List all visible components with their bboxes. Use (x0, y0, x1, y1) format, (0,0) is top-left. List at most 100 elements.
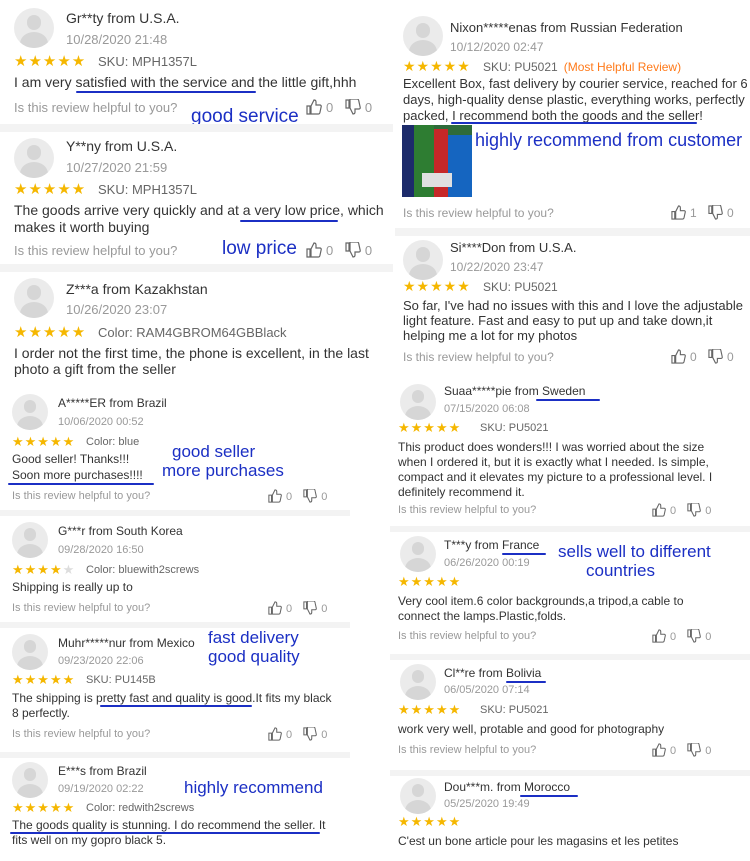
annotation-underline (76, 91, 256, 93)
review-panel-bottom-left: A*****ER from Brazil 10/06/2020 00:52 ★★… (0, 388, 350, 861)
thumbs-up-icon[interactable] (652, 503, 666, 517)
annotation-note: sells well to different (558, 542, 711, 561)
thumbs-down-icon[interactable] (708, 348, 723, 364)
down-count: 0 (364, 100, 373, 115)
avatar (403, 16, 443, 56)
review-date: 10/26/2020 23:07 (66, 302, 168, 317)
thumbs-down-icon[interactable] (345, 98, 361, 115)
thumbs-down-icon[interactable] (687, 742, 702, 757)
review-item: Suaa*****pie from Sweden 07/15/2020 06:0… (390, 380, 750, 526)
annotation-underline (502, 553, 546, 555)
avatar (14, 138, 54, 178)
review-item: T***y from France sells well to differen… (390, 532, 750, 654)
thumbs-up-icon[interactable] (652, 743, 666, 757)
review-date: 10/27/2020 21:59 (66, 160, 168, 175)
helpful-question: Is this review helpful to you? (12, 728, 151, 740)
review-item: G***r from South Korea 09/28/2020 16:50 … (0, 516, 350, 622)
avatar (12, 522, 48, 558)
reviewer-name: Gr**ty from U.S.A. (66, 10, 180, 26)
star-rating: ★★★★★ (12, 434, 76, 449)
review-sku: SKU: PU5021 (480, 422, 549, 434)
review-text: Shipping is really up to (12, 580, 133, 594)
divider (0, 124, 393, 132)
thumbs-down-icon[interactable] (303, 600, 318, 615)
helpful-question: Is this review helpful to you? (14, 100, 178, 115)
review-photo[interactable] (402, 125, 472, 197)
vote-buttons: 0 0 (652, 502, 719, 517)
thumbs-up-icon[interactable] (671, 205, 686, 220)
avatar (14, 8, 54, 48)
review-item: Dou***m. from Morocco 05/25/2020 19:49 ★… (390, 776, 750, 861)
annotation-underline (100, 705, 252, 707)
annotation-underline (506, 681, 546, 683)
annotation-note: more purchases (162, 461, 284, 480)
vote-buttons: 0 0 (268, 726, 335, 741)
reviewer-name: Z***a from Kazakhstan (66, 281, 208, 297)
review-sku: SKU: MPH1357L (98, 182, 197, 197)
star-rating: ★★★★★ (14, 53, 87, 70)
reviewer-name: Y**ny from U.S.A. (66, 138, 178, 154)
reviewer-name: A*****ER from Brazil (58, 396, 167, 410)
thumbs-up-icon[interactable] (268, 489, 282, 503)
annotation-note: highly recommend from customer (475, 130, 743, 150)
divider (0, 264, 393, 272)
helpful-question: Is this review helpful to you? (398, 630, 537, 642)
reviewer-name: G***r from South Korea (58, 524, 183, 538)
reviewer-name: Cl**re from Bolivia (444, 666, 542, 680)
review-date: 10/06/2020 00:52 (58, 416, 144, 428)
star-rating: ★★★★★ (12, 562, 76, 577)
thumbs-up-icon[interactable] (306, 242, 322, 258)
review-date: 09/28/2020 16:50 (58, 544, 144, 556)
review-text: C'est un bone article pour les magasins … (398, 834, 679, 848)
thumbs-down-icon[interactable] (345, 241, 361, 258)
up-count: 0 (286, 729, 293, 741)
review-date: 07/15/2020 06:08 (444, 403, 530, 415)
thumbs-down-icon[interactable] (708, 204, 723, 220)
down-count: 0 (364, 243, 373, 258)
star-rating: ★★★★★ (14, 324, 87, 341)
helpful-question: Is this review helpful to you? (14, 243, 178, 258)
thumbs-up-icon[interactable] (671, 349, 686, 364)
thumbs-up-icon[interactable] (268, 601, 282, 615)
review-sku: SKU: MPH1357L (98, 54, 197, 69)
thumbs-up-icon[interactable] (652, 629, 666, 643)
thumbs-down-icon[interactable] (687, 502, 702, 517)
review-sku: SKU: PU5021 (483, 280, 558, 294)
reviewer-name: Si****Don from U.S.A. (450, 240, 577, 255)
vote-buttons: 0 0 (268, 600, 335, 615)
down-count: 0 (321, 729, 328, 741)
vote-buttons: 0 0 (306, 98, 380, 115)
annotation-underline (520, 795, 578, 797)
thumbs-down-icon[interactable] (303, 488, 318, 503)
divider (395, 228, 750, 236)
review-sku: SKU: PU5021 (Most Helpful Review) (483, 60, 681, 74)
up-count: 0 (670, 505, 677, 517)
star-rating: ★★★★★ (14, 181, 87, 198)
vote-buttons: 0 0 (268, 488, 335, 503)
up-count: 1 (690, 206, 697, 220)
review-sku: Color: redwith2screws (86, 802, 195, 814)
avatar (12, 394, 48, 430)
star-rating: ★★★★★ (398, 420, 462, 435)
avatar (400, 778, 436, 814)
thumbs-down-icon[interactable] (687, 628, 702, 643)
review-item: A*****ER from Brazil 10/06/2020 00:52 ★★… (0, 388, 350, 510)
review-item: Si****Don from U.S.A. 10/22/2020 23:47 ★… (395, 236, 750, 378)
annotation-underline (8, 483, 154, 485)
reviewer-name: Muhr*****nur from Mexico (58, 636, 195, 650)
avatar (400, 664, 436, 700)
star-rating: ★★★★★ (398, 814, 462, 829)
reviewer-name: E***s from Brazil (58, 764, 147, 778)
review-text: The goods arrive very quickly and at a v… (14, 202, 384, 235)
thumbs-up-icon[interactable] (268, 727, 282, 741)
helpful-question: Is this review helpful to you? (12, 602, 151, 614)
helpful-question: Is this review helpful to you? (398, 744, 537, 756)
review-date: 05/25/2020 19:49 (444, 798, 530, 810)
most-helpful-tag: (Most Helpful Review) (563, 60, 682, 74)
review-item: Muhr*****nur from Mexico 09/23/2020 22:0… (0, 628, 350, 752)
annotation-note: low price (222, 238, 297, 259)
up-count: 0 (670, 745, 677, 757)
down-count: 0 (321, 603, 328, 615)
thumbs-down-icon[interactable] (303, 726, 318, 741)
thumbs-up-icon[interactable] (306, 99, 322, 115)
